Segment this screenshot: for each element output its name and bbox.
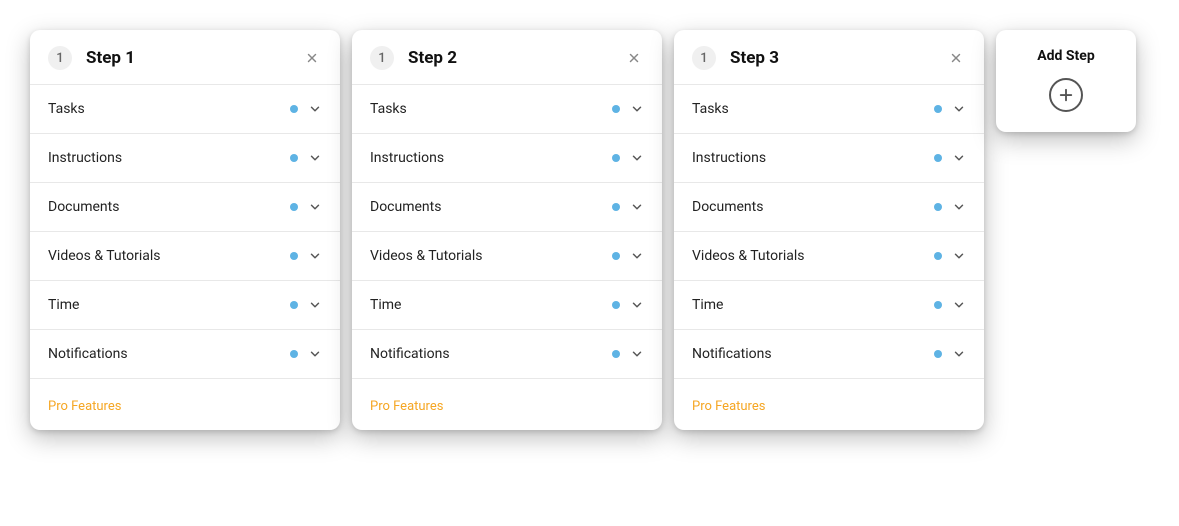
section-row-tasks[interactable]: Tasks [352, 85, 662, 134]
chevron-down-icon [308, 102, 322, 116]
chevron-down-icon [308, 200, 322, 214]
section-row-time[interactable]: Time [30, 281, 340, 330]
status-dot-icon [612, 154, 620, 162]
step-header: 1 Step 1 [30, 30, 340, 85]
chevron-down-icon [308, 249, 322, 263]
section-label: Instructions [370, 150, 612, 166]
pro-features-link[interactable]: Pro Features [692, 399, 765, 414]
chevron-down-icon [630, 347, 644, 361]
pro-features-row: Pro Features [352, 379, 662, 430]
chevron-down-icon [308, 298, 322, 312]
chevron-down-icon [952, 298, 966, 312]
add-step-label: Add Step [1037, 48, 1094, 64]
section-row-instructions[interactable]: Instructions [674, 134, 984, 183]
close-step-button[interactable] [302, 48, 322, 68]
section-row-documents[interactable]: Documents [30, 183, 340, 232]
section-row-notifications[interactable]: Notifications [30, 330, 340, 379]
step-card-3: 1 Step 3 Tasks Instructions Documents Vi… [674, 30, 984, 430]
pro-features-row: Pro Features [674, 379, 984, 430]
section-label: Notifications [370, 346, 612, 362]
status-dot-icon [290, 203, 298, 211]
section-row-instructions[interactable]: Instructions [30, 134, 340, 183]
section-row-instructions[interactable]: Instructions [352, 134, 662, 183]
close-icon [949, 51, 963, 65]
status-dot-icon [290, 105, 298, 113]
section-label: Notifications [692, 346, 934, 362]
section-label: Instructions [692, 150, 934, 166]
step-header: 1 Step 2 [352, 30, 662, 85]
status-dot-icon [290, 252, 298, 260]
section-label: Documents [48, 199, 290, 215]
step-title: Step 2 [408, 48, 624, 68]
step-card-1: 1 Step 1 Tasks Instructions Documents Vi… [30, 30, 340, 430]
step-title: Step 1 [86, 48, 302, 68]
status-dot-icon [934, 350, 942, 358]
plus-circle-icon [1049, 78, 1083, 112]
add-step-button[interactable]: Add Step [996, 30, 1136, 132]
step-number-badge: 1 [692, 46, 716, 70]
section-label: Videos & Tutorials [48, 248, 290, 264]
chevron-down-icon [308, 347, 322, 361]
section-row-documents[interactable]: Documents [674, 183, 984, 232]
step-number-badge: 1 [370, 46, 394, 70]
step-header: 1 Step 3 [674, 30, 984, 85]
status-dot-icon [934, 105, 942, 113]
status-dot-icon [290, 154, 298, 162]
section-row-documents[interactable]: Documents [352, 183, 662, 232]
section-label: Tasks [370, 101, 612, 117]
section-label: Tasks [692, 101, 934, 117]
section-label: Notifications [48, 346, 290, 362]
step-number-badge: 1 [48, 46, 72, 70]
section-label: Videos & Tutorials [370, 248, 612, 264]
section-row-notifications[interactable]: Notifications [674, 330, 984, 379]
section-label: Tasks [48, 101, 290, 117]
status-dot-icon [290, 350, 298, 358]
pro-features-row: Pro Features [30, 379, 340, 430]
status-dot-icon [612, 105, 620, 113]
section-row-videos[interactable]: Videos & Tutorials [30, 232, 340, 281]
chevron-down-icon [630, 102, 644, 116]
chevron-down-icon [952, 200, 966, 214]
chevron-down-icon [630, 200, 644, 214]
status-dot-icon [934, 252, 942, 260]
section-row-tasks[interactable]: Tasks [30, 85, 340, 134]
chevron-down-icon [952, 347, 966, 361]
chevron-down-icon [630, 151, 644, 165]
close-step-button[interactable] [624, 48, 644, 68]
status-dot-icon [290, 301, 298, 309]
step-card-2: 1 Step 2 Tasks Instructions Documents Vi… [352, 30, 662, 430]
status-dot-icon [934, 154, 942, 162]
chevron-down-icon [630, 249, 644, 263]
chevron-down-icon [630, 298, 644, 312]
status-dot-icon [612, 252, 620, 260]
pro-features-link[interactable]: Pro Features [48, 399, 121, 414]
section-row-tasks[interactable]: Tasks [674, 85, 984, 134]
section-label: Time [692, 297, 934, 313]
section-label: Documents [692, 199, 934, 215]
section-row-notifications[interactable]: Notifications [352, 330, 662, 379]
section-label: Documents [370, 199, 612, 215]
section-label: Time [48, 297, 290, 313]
section-label: Videos & Tutorials [692, 248, 934, 264]
close-icon [305, 51, 319, 65]
step-title: Step 3 [730, 48, 946, 68]
section-row-time[interactable]: Time [352, 281, 662, 330]
status-dot-icon [612, 301, 620, 309]
chevron-down-icon [952, 102, 966, 116]
chevron-down-icon [952, 249, 966, 263]
chevron-down-icon [952, 151, 966, 165]
status-dot-icon [934, 203, 942, 211]
section-row-videos[interactable]: Videos & Tutorials [352, 232, 662, 281]
section-label: Instructions [48, 150, 290, 166]
status-dot-icon [612, 350, 620, 358]
status-dot-icon [934, 301, 942, 309]
section-row-videos[interactable]: Videos & Tutorials [674, 232, 984, 281]
chevron-down-icon [308, 151, 322, 165]
pro-features-link[interactable]: Pro Features [370, 399, 443, 414]
section-label: Time [370, 297, 612, 313]
close-icon [627, 51, 641, 65]
close-step-button[interactable] [946, 48, 966, 68]
section-row-time[interactable]: Time [674, 281, 984, 330]
status-dot-icon [612, 203, 620, 211]
